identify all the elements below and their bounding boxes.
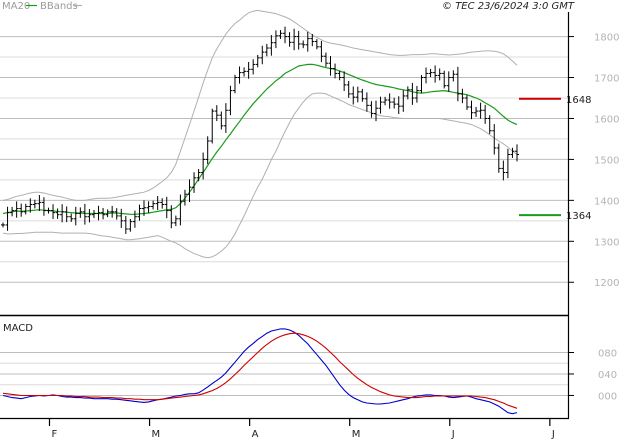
x-tick-label: A xyxy=(252,429,259,440)
stock-chart: 1648 1364 1200 1300 1400 1500 1600 1700 1800 00… xyxy=(0,1,619,440)
price-tick-label: 1700 xyxy=(594,74,619,85)
price-y-ticks: 1200 1300 1400 1500 1600 1700 1800 xyxy=(569,33,619,289)
macd-tick-label: 000 xyxy=(598,391,617,402)
price-tick-label: 1600 xyxy=(594,114,619,125)
macd-title: MACD xyxy=(3,323,33,334)
price-tick-label: 1800 xyxy=(594,33,619,44)
price-tick-label: 1400 xyxy=(594,196,619,207)
x-axis-ticks: FMAMJJ xyxy=(48,418,555,440)
price-tick-label: 1300 xyxy=(594,237,619,248)
support-label: 1364 xyxy=(566,211,591,222)
macd-tick-label: 080 xyxy=(598,349,617,360)
x-tick-label: M xyxy=(352,429,361,440)
price-tick-label: 1500 xyxy=(594,155,619,166)
resistance-label: 1648 xyxy=(566,95,591,106)
macd-y-ticks: 000 040 080 xyxy=(569,349,617,402)
legend-bbands: BBands xyxy=(40,1,78,12)
price-tick-label: 1200 xyxy=(594,278,619,289)
x-tick-label: J xyxy=(451,429,455,440)
copyright-text: © TEC 23/6/2024 3:0 GMT xyxy=(442,1,575,12)
x-tick-label: J xyxy=(551,429,555,440)
x-tick-label: M xyxy=(152,429,161,440)
macd-panel xyxy=(0,316,569,418)
legend-ma20: MA20 xyxy=(2,1,30,12)
macd-tick-label: 040 xyxy=(598,370,617,381)
x-tick-label: F xyxy=(51,429,57,440)
